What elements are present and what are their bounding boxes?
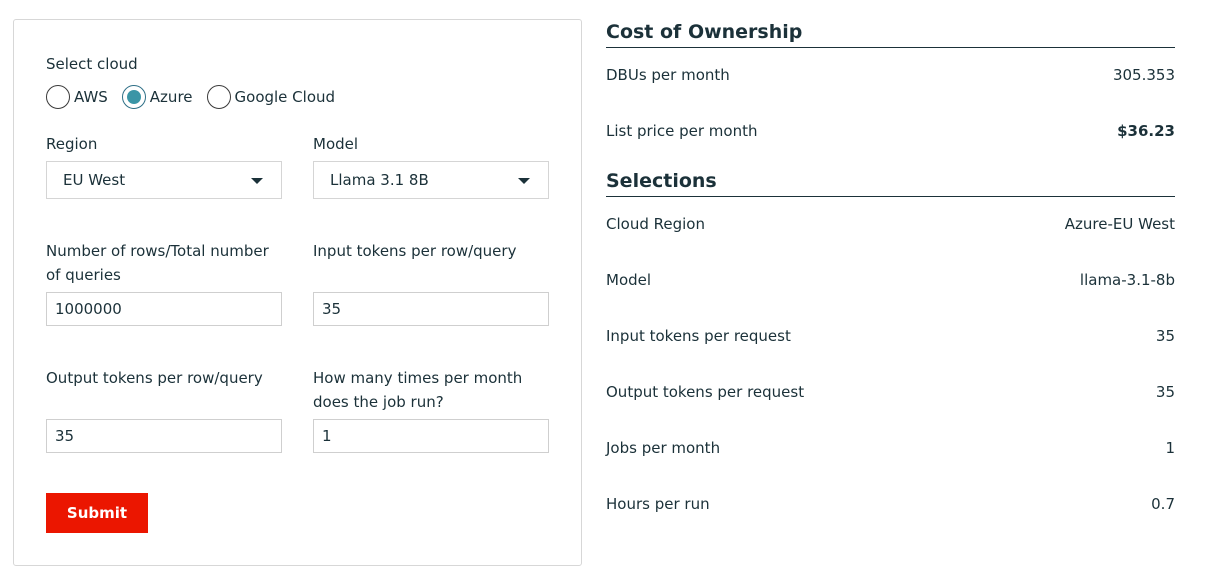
radio-google-cloud[interactable]: Google Cloud bbox=[206, 85, 336, 109]
radio-azure-circle[interactable] bbox=[121, 85, 146, 109]
radio-azure[interactable]: Azure bbox=[121, 85, 193, 109]
calculator-form: Select cloud AWS Azure Google Cloud Regi… bbox=[13, 19, 582, 566]
selection-row-value: 1 bbox=[1165, 439, 1175, 457]
radio-google-cloud-circle[interactable] bbox=[206, 85, 231, 109]
selection-row-key: Output tokens per request bbox=[606, 383, 805, 401]
submit-button[interactable]: Submit bbox=[46, 493, 148, 533]
cost-title: Cost of Ownership bbox=[606, 19, 1175, 48]
chevron-down-icon bbox=[251, 178, 263, 184]
selection-row: Hours per run 0.7 bbox=[606, 492, 1175, 516]
cost-row-key: DBUs per month bbox=[606, 66, 730, 84]
cost-row-value: 305.353 bbox=[1112, 66, 1175, 84]
selection-row: Jobs per month 1 bbox=[606, 436, 1175, 460]
rows-input[interactable] bbox=[46, 292, 282, 326]
selection-row-value: 35 bbox=[1155, 383, 1175, 401]
selection-row-key: Input tokens per request bbox=[606, 327, 791, 345]
model-select[interactable]: Llama 3.1 8B bbox=[313, 161, 549, 199]
chevron-down-icon bbox=[518, 178, 530, 184]
cost-row: DBUs per month 305.353 bbox=[606, 63, 1175, 87]
cost-row: List price per month $36.23 bbox=[606, 119, 1175, 143]
cloud-label: Select cloud bbox=[46, 55, 138, 73]
input-tokens-label: Input tokens per row/query bbox=[313, 242, 517, 260]
region-select[interactable]: EU West bbox=[46, 161, 282, 199]
selection-row: Output tokens per request 35 bbox=[606, 380, 1175, 404]
selection-row-key: Cloud Region bbox=[606, 215, 705, 233]
radio-azure-label: Azure bbox=[149, 88, 193, 106]
selection-row: Input tokens per request 35 bbox=[606, 324, 1175, 348]
region-select-value: EU West bbox=[63, 171, 126, 189]
output-tokens-input[interactable] bbox=[46, 419, 282, 453]
cost-row-key: List price per month bbox=[606, 122, 758, 140]
model-select-value: Llama 3.1 8B bbox=[330, 171, 429, 189]
rows-label-line2: of queries bbox=[46, 266, 121, 284]
selection-row-key: Model bbox=[606, 271, 652, 289]
input-tokens-input[interactable] bbox=[313, 292, 549, 326]
selection-row-key: Hours per run bbox=[606, 495, 710, 513]
selection-row-value: 35 bbox=[1155, 327, 1175, 345]
radio-google-cloud-label: Google Cloud bbox=[234, 88, 336, 106]
selection-row-value: Azure-EU West bbox=[1064, 215, 1175, 233]
runs-label: How many times per month does the job ru… bbox=[313, 366, 522, 414]
runs-label-line1: How many times per month bbox=[313, 369, 523, 387]
selection-row-value: 0.7 bbox=[1151, 495, 1175, 513]
region-label: Region bbox=[46, 135, 98, 153]
model-label: Model bbox=[313, 135, 359, 153]
cloud-radio-group: AWS Azure Google Cloud bbox=[46, 84, 349, 110]
selection-row: Model llama-3.1-8b bbox=[606, 268, 1175, 292]
runs-input[interactable] bbox=[313, 419, 549, 453]
radio-aws[interactable]: AWS bbox=[46, 85, 108, 109]
selection-row-value: llama-3.1-8b bbox=[1079, 271, 1175, 289]
selection-row-key: Jobs per month bbox=[606, 439, 721, 457]
output-tokens-label: Output tokens per row/query bbox=[46, 369, 263, 387]
selection-row: Cloud Region Azure-EU West bbox=[606, 212, 1175, 236]
selections-title: Selections bbox=[606, 168, 1175, 197]
rows-label-line1: Number of rows/Total number bbox=[46, 242, 269, 260]
cost-row-value: $36.23 bbox=[1117, 122, 1175, 140]
runs-label-line2: does the job run? bbox=[313, 393, 444, 411]
radio-aws-label: AWS bbox=[74, 88, 108, 106]
radio-aws-circle[interactable] bbox=[46, 85, 70, 109]
rows-label: Number of rows/Total number of queries bbox=[46, 239, 269, 287]
